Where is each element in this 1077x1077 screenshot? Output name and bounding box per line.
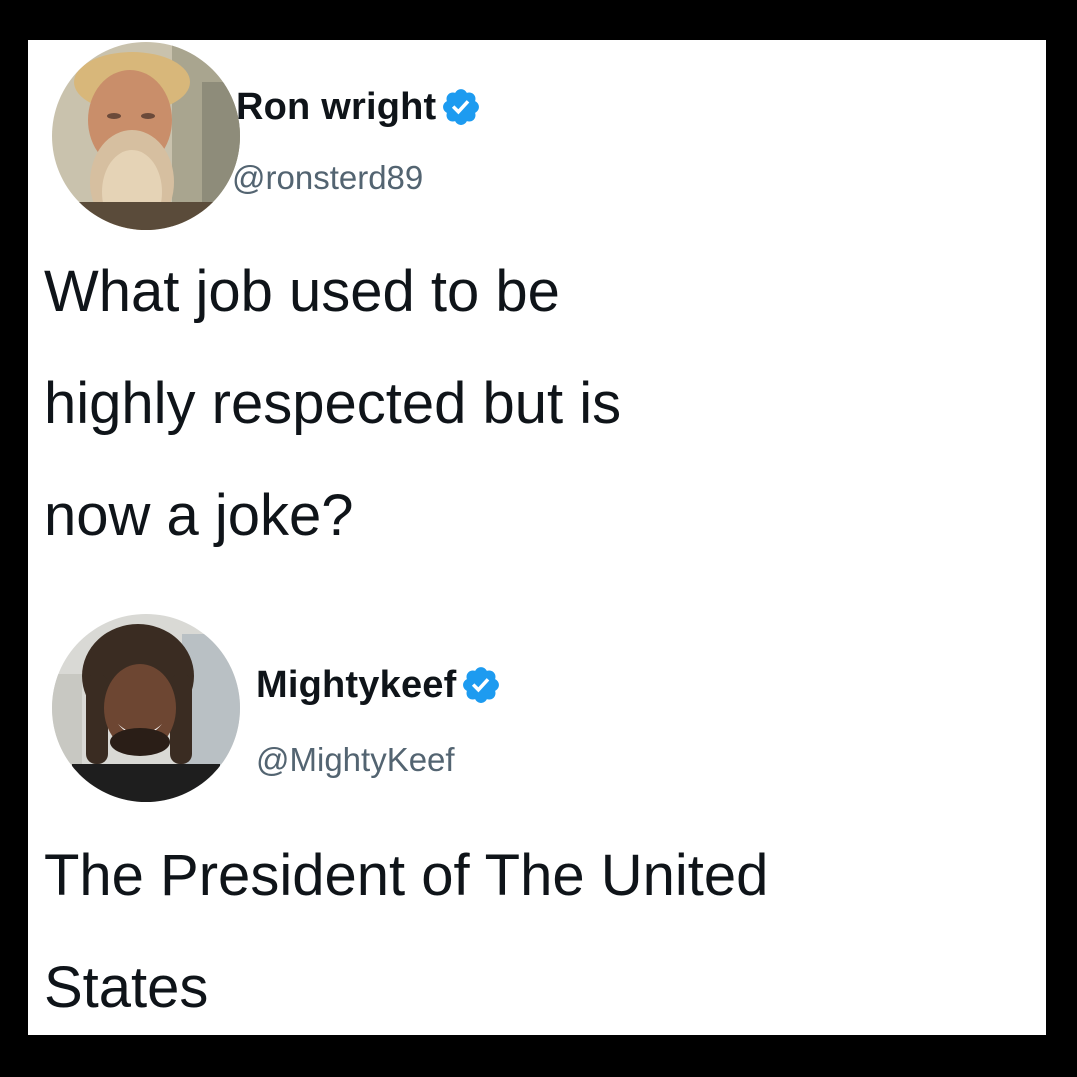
- tweet-body-line: highly respected but is: [44, 371, 622, 436]
- avatar[interactable]: [52, 42, 240, 230]
- display-name[interactable]: Mightykeef: [256, 662, 456, 708]
- screenshot-frame: Ron wright @ronsterd89 What job used to …: [28, 40, 1046, 1035]
- author-handle[interactable]: @MightyKeef: [256, 740, 455, 780]
- author-name-row: Mightykeef: [256, 662, 502, 708]
- tweet-body-line: The President of The United: [44, 843, 769, 908]
- bearded-man-avatar-icon: [52, 42, 240, 230]
- verified-badge-icon: [443, 89, 480, 125]
- tweet-body-line: now a joke?: [44, 483, 354, 548]
- tweet-body-line: States: [44, 955, 209, 1020]
- avatar[interactable]: [52, 614, 240, 802]
- display-name[interactable]: Ron wright: [236, 84, 436, 130]
- author-handle[interactable]: @ronsterd89: [232, 158, 423, 198]
- tweet-body: The President of The United States: [44, 820, 1034, 1035]
- author-name-row: Ron wright: [236, 84, 482, 130]
- tweet-body-line: What job used to be: [44, 259, 560, 324]
- tweet-body: What job used to be highly respected but…: [44, 236, 1034, 572]
- verified-badge-icon: [463, 667, 500, 703]
- smiling-man-dreadlocks-avatar-icon: [52, 614, 240, 802]
